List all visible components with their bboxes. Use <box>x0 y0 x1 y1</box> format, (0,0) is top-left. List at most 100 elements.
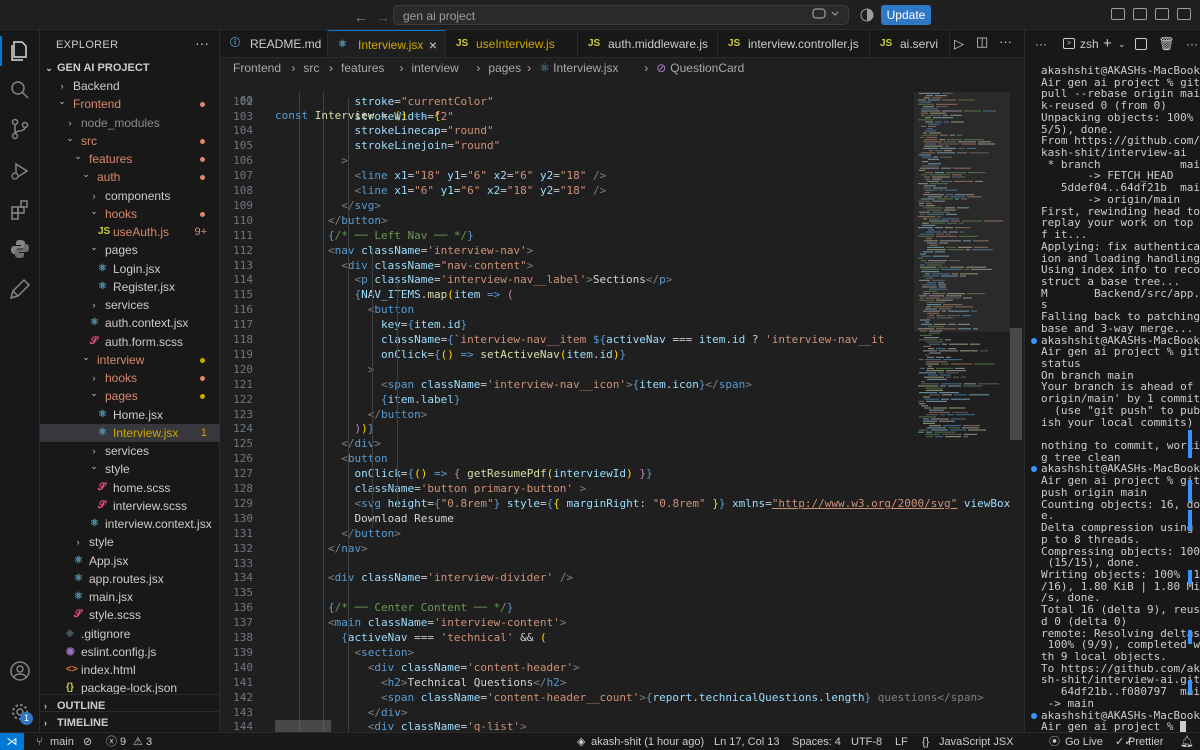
warning-icon[interactable]: ⚠ <box>133 733 143 750</box>
kill-terminal-icon[interactable]: 🗑 <box>1158 30 1175 58</box>
file-eslint-config-js[interactable]: ◉ eslint.config.js <box>40 643 220 661</box>
prettier-button[interactable]: Prettier <box>1128 733 1163 750</box>
breadcrumb-item-questioncard[interactable]: QuestionCard <box>670 58 744 78</box>
file-auth-context-jsx[interactable]: ⚛ auth.context.jsx <box>40 314 220 332</box>
command-center-search[interactable]: gen ai project <box>393 5 849 25</box>
notifications-bell-icon[interactable]: 🔔︎ <box>1180 733 1194 750</box>
toggle-panel-icon[interactable] <box>1133 8 1147 20</box>
folder-services[interactable]: › services <box>40 296 220 314</box>
testing-icon[interactable] <box>8 277 32 301</box>
source-control-icon[interactable] <box>8 117 32 141</box>
git-blame[interactable]: akash-shit (1 hour ago) <box>591 733 704 750</box>
terminal-more-icon[interactable]: ··· <box>1035 30 1047 58</box>
run-debug-icon[interactable] <box>8 159 32 183</box>
tab-interview-controller-js[interactable]: JS interview.controller.js <box>718 30 870 57</box>
remote-indicator-icon[interactable]: ⋊ <box>0 733 24 750</box>
new-terminal-icon[interactable]: + <box>1103 30 1112 58</box>
file-auth-form-scss[interactable]: 𝒮auth.form.scss <box>40 333 220 351</box>
split-terminal-icon[interactable] <box>1135 38 1147 50</box>
breadcrumb-item-frontend[interactable]: Frontend <box>233 58 281 78</box>
tab-readme-md[interactable]: ⓘ README.md <box>220 30 328 57</box>
folder-src[interactable]: ⌄ src <box>40 132 220 150</box>
end-of-line[interactable]: LF <box>895 733 908 750</box>
run-icon[interactable]: ▷ <box>954 36 964 52</box>
file-interview-jsx[interactable]: ⚛ Interview.jsx 1 <box>40 423 220 442</box>
code-editor[interactable]: 60 const Interview = () => { 102 stroke=… <box>220 78 1024 732</box>
folder-pages[interactable]: ⌄ pages <box>40 387 220 405</box>
project-root[interactable]: ⌄ GEN AI PROJECT <box>40 59 220 77</box>
toggle-sidebar-icon[interactable] <box>1111 8 1125 20</box>
file-gitignore[interactable]: ◆ .gitignore <box>40 625 220 643</box>
folder-style[interactable]: ⌄ style <box>40 460 220 478</box>
copilot-icon[interactable] <box>812 7 840 24</box>
branch-icon[interactable]: ⑂ <box>36 733 43 750</box>
close-tab-icon[interactable]: × <box>429 31 437 57</box>
warning-count[interactable]: 3 <box>146 733 152 750</box>
terminal-tab-label[interactable]: zsh <box>1080 30 1099 58</box>
folder-frontend[interactable]: ⌄ Frontend <box>40 95 220 113</box>
folder-style[interactable]: › style <box>40 533 220 551</box>
folder-services[interactable]: › services <box>40 442 220 460</box>
file-interview-scss[interactable]: 𝒮interview.scss <box>40 497 220 515</box>
folder-auth[interactable]: ⌄ auth <box>40 168 220 186</box>
cursor-position[interactable]: Ln 17, Col 13 <box>714 733 779 750</box>
file-useauth-js[interactable]: JS useAuth.js 9+ <box>40 223 220 241</box>
horizontal-scrollbar[interactable] <box>275 720 331 732</box>
breadcrumb-item-interview-jsx[interactable]: Interview.jsx <box>553 58 618 78</box>
breadcrumb-item-features[interactable]: features <box>341 58 384 78</box>
file-main-jsx[interactable]: ⚛ main.jsx <box>40 588 220 606</box>
file-register-jsx[interactable]: ⚛ Register.jsx <box>40 278 220 296</box>
breadcrumb-item-interview[interactable]: interview <box>411 58 458 78</box>
file-app-jsx[interactable]: ⚛ App.jsx <box>40 552 220 570</box>
encoding[interactable]: UTF-8 <box>851 733 882 750</box>
error-count[interactable]: 9 <box>120 733 126 750</box>
tab-auth-middleware-js[interactable]: JS auth.middleware.js <box>578 30 718 57</box>
update-button[interactable]: Update <box>881 5 931 25</box>
chevron-down-icon[interactable]: ⌄ <box>1118 30 1126 58</box>
minimap[interactable] <box>914 78 1010 732</box>
tab-interview-jsx[interactable]: ⚛Interview.jsx1× <box>328 30 446 57</box>
branch-name[interactable]: main <box>50 733 74 750</box>
toggle-secondary-sidebar-icon[interactable] <box>1155 8 1169 20</box>
folder-pages[interactable]: ⌄ pages <box>40 241 220 259</box>
vertical-scrollbar[interactable] <box>1010 328 1022 440</box>
split-editor-icon[interactable]: ◫ <box>976 34 988 50</box>
error-icon[interactable]: ⓧ <box>106 733 117 750</box>
folder-hooks[interactable]: › hooks <box>40 369 220 387</box>
file-index-html[interactable]: <> index.html <box>40 661 220 679</box>
more-actions-icon[interactable]: ··· <box>999 34 1012 49</box>
go-live-button[interactable]: Go Live <box>1065 733 1103 750</box>
extensions-icon[interactable] <box>8 198 32 222</box>
sync-icon[interactable]: ⊘ <box>83 733 92 750</box>
breadcrumb-item-src[interactable]: src <box>303 58 319 78</box>
tab-useinterview-js[interactable]: JSuseInterview.js1 <box>446 30 578 57</box>
file-app-routes-jsx[interactable]: ⚛ app.routes.jsx <box>40 570 220 588</box>
folder-hooks[interactable]: ⌄ hooks <box>40 205 220 223</box>
line-code: {/* ── Center Content ── */} <box>327 601 514 615</box>
nav-back-button[interactable]: ← <box>354 9 368 25</box>
explorer-more-icon[interactable]: ··· <box>195 35 209 51</box>
python-icon[interactable] <box>8 237 32 261</box>
file-home-jsx[interactable]: ⚛ Home.jsx <box>40 406 220 424</box>
breadcrumb-item-pages[interactable]: pages <box>488 58 521 78</box>
timeline-section[interactable]: › TIMELINE <box>40 711 220 733</box>
file-interview-context-jsx[interactable]: ⚛ interview.context.jsx <box>40 515 220 533</box>
folder-features[interactable]: ⌄ features <box>40 150 220 168</box>
indentation[interactable]: Spaces: 4 <box>792 733 841 750</box>
search-icon[interactable] <box>8 78 32 102</box>
terminal-more-actions-icon[interactable]: ··· <box>1186 30 1198 58</box>
file-home-scss[interactable]: 𝒮home.scss <box>40 479 220 497</box>
customize-layout-icon[interactable] <box>1177 8 1191 20</box>
sticky-scroll-line[interactable]: 60 const Interview = () => { <box>220 78 1024 122</box>
nav-forward-button[interactable]: → <box>376 9 390 25</box>
minimap-slider[interactable] <box>914 78 1010 332</box>
file-login-jsx[interactable]: ⚛ Login.jsx <box>40 260 220 278</box>
file-style-scss[interactable]: 𝒮style.scss <box>40 606 220 624</box>
folder-interview[interactable]: ⌄ interview <box>40 351 220 369</box>
accounts-half-icon[interactable] <box>860 8 874 25</box>
language-mode[interactable]: JavaScript JSX <box>939 733 1014 750</box>
tab-ai-servi[interactable]: JS ai.servi <box>870 30 950 57</box>
explorer-icon[interactable] <box>8 39 32 63</box>
account-icon[interactable] <box>8 659 32 683</box>
folder-components[interactable]: › components <box>40 187 220 205</box>
